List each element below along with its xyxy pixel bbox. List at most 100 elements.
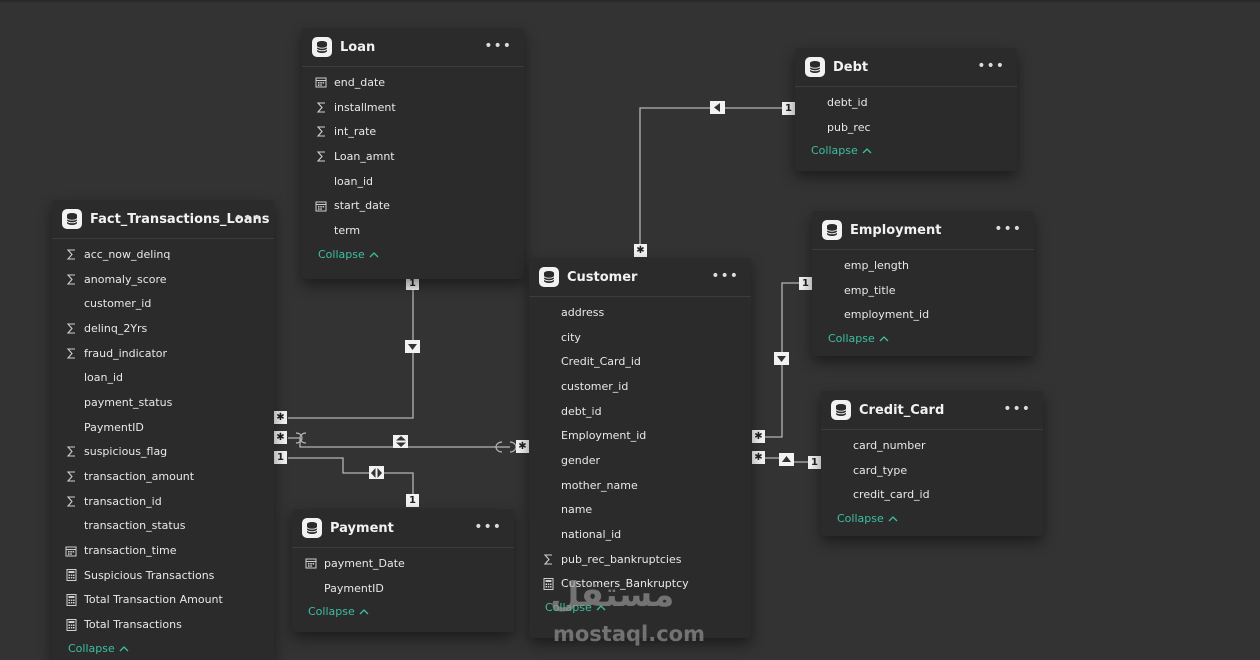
calendar-icon [312,76,330,88]
field-row[interactable]: emp_length [812,253,1034,278]
table-icon [302,518,322,538]
field-row[interactable]: city [529,325,751,350]
table-title: Debt [833,59,869,75]
field-row[interactable]: fraud_indicator [52,341,274,366]
table-icon [805,57,825,77]
collapse-button[interactable]: Collapse [292,605,514,618]
collapse-button[interactable]: Collapse [821,512,1043,525]
table-title: Loan [340,39,376,55]
sigma-icon [312,101,330,113]
table-card-fact-transactions-loans[interactable]: Fact_Transactions_Loans ••• acc_now_delinq… [52,200,274,660]
table-header: Debt ••• [795,48,1017,87]
more-options-icon[interactable]: ••• [1003,401,1031,417]
field-list: emp_length emp_title employment_id [812,250,1034,327]
field-row[interactable]: debt_id [795,90,1017,115]
table-card-employment[interactable]: Employment ••• emp_length emp_title employme… [812,211,1034,356]
field-row[interactable]: suspicious_flag [52,440,274,465]
field-list: end_date installment int_rate Loan_amnt loan… [302,67,524,243]
more-options-icon[interactable]: ••• [484,38,512,54]
field-row[interactable]: Employment_id [529,423,751,448]
more-options-icon[interactable]: ••• [977,58,1005,74]
field-row[interactable]: delinq_2Yrs [52,316,274,341]
field-row[interactable]: customer_id [529,374,751,399]
field-row[interactable]: transaction_time [52,538,274,563]
field-name: Employment_id [561,429,647,443]
table-card-credit-card[interactable]: Credit_Card ••• card_number card_type credit… [821,391,1043,536]
table-card-payment[interactable]: Payment ••• payment_Date PaymentID Collapse [292,509,514,632]
field-row[interactable]: transaction_status [52,514,274,539]
watermark-latin: mostaql.com [553,622,705,646]
field-name: loan_id [84,371,124,385]
field-row[interactable]: term [302,218,524,243]
table-card-loan[interactable]: Loan ••• end_date installment int_rate Loan_a… [302,28,524,279]
field-name: installment [334,100,396,114]
sigma-icon [312,151,330,162]
field-row[interactable]: pub_rec [795,115,1017,140]
field-row[interactable]: transaction_amount [52,464,274,489]
field-name: Total Transaction Amount [84,593,223,607]
field-row[interactable]: name [529,498,751,523]
field-row[interactable]: employment_id [812,302,1034,327]
field-row[interactable]: payment_status [52,390,274,415]
more-options-icon[interactable]: ••• [711,268,739,284]
filter-direction-both-vertical-icon[interactable] [393,435,408,448]
field-row[interactable]: gender [529,448,751,473]
field-row[interactable]: loan_id [302,169,524,194]
cardinality-customer-many-debt: ✱ [634,244,647,257]
field-list: address city Credit_Card_id customer_id debt… [529,297,751,596]
more-options-icon[interactable]: ••• [234,210,262,226]
sigma-icon [62,471,80,482]
field-row[interactable]: PaymentID [292,576,514,601]
field-name: acc_now_delinq [84,247,171,261]
collapse-button[interactable]: Collapse [795,144,1017,157]
field-row[interactable]: acc_now_delinq [52,242,274,267]
field-row[interactable]: debt_id [529,399,751,424]
field-row[interactable]: Loan_amnt [302,144,524,169]
filter-direction-down-icon[interactable] [774,352,789,365]
field-row[interactable]: installment [302,95,524,120]
field-row[interactable]: int_rate [302,119,524,144]
field-row[interactable]: anomaly_score [52,267,274,292]
field-row[interactable]: transaction_id [52,489,274,514]
field-row[interactable]: national_id [529,522,751,547]
filter-direction-up-icon[interactable] [779,453,794,466]
field-row[interactable]: emp_title [812,278,1034,303]
field-row[interactable]: mother_name [529,473,751,498]
field-name: pub_rec [827,120,871,134]
collapse-button[interactable]: Collapse [52,642,274,655]
field-list: payment_Date PaymentID [292,548,514,600]
filter-direction-both-horizontal-icon[interactable] [369,466,384,479]
filter-direction-left-icon[interactable] [710,101,725,114]
cardinality-debt-one: 1 [782,102,795,115]
field-row[interactable]: Credit_Card_id [529,349,751,374]
field-row[interactable]: payment_Date [292,551,514,576]
table-card-debt[interactable]: Debt ••• debt_id pub_rec Collapse [795,48,1017,171]
line-customer-debt [639,107,788,246]
field-name: debt_id [827,95,868,109]
field-name: payment_Date [324,556,405,570]
table-title: Payment [330,520,394,536]
collapse-button[interactable]: Collapse [302,248,524,261]
field-row[interactable]: PaymentID [52,415,274,440]
field-row[interactable]: Total Transaction Amount [52,588,274,613]
field-name: PaymentID [84,420,144,434]
field-row[interactable]: Total Transactions [52,612,274,637]
calendar-icon [312,200,330,212]
field-name: emp_length [844,258,910,272]
field-row[interactable]: address [529,300,751,325]
more-options-icon[interactable]: ••• [994,221,1022,237]
field-row[interactable]: credit_card_id [821,482,1043,507]
table-header: Customer ••• [529,258,751,297]
filter-direction-down-icon[interactable] [405,340,420,353]
field-row[interactable]: Suspicious Transactions [52,563,274,588]
field-row[interactable]: card_number [821,433,1043,458]
field-row[interactable]: customer_id [52,291,274,316]
field-row[interactable]: end_date [302,70,524,95]
line-fact-loan [288,290,414,419]
collapse-button[interactable]: Collapse [812,332,1034,345]
field-row[interactable]: loan_id [52,365,274,390]
field-row[interactable]: card_type [821,458,1043,483]
field-row[interactable]: start_date [302,193,524,218]
more-options-icon[interactable]: ••• [474,519,502,535]
field-row[interactable]: pub_rec_bankruptcies [529,547,751,572]
